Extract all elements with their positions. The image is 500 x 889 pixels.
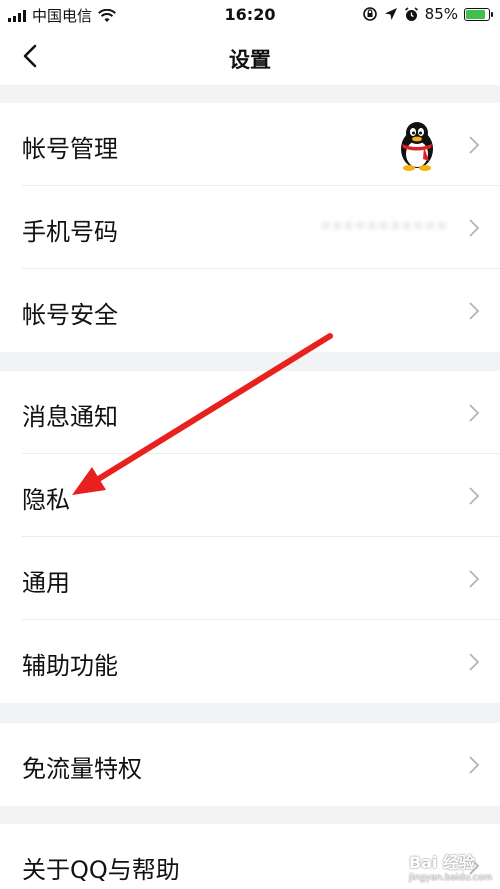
rotation-lock-icon <box>362 7 377 21</box>
watermark-url: jingyan.baidu.com <box>408 873 492 883</box>
page-title: 设置 <box>229 48 271 72</box>
chevron-right-icon <box>469 404 480 422</box>
avatar <box>401 122 433 171</box>
settings-item-label: 通用 <box>22 569 70 597</box>
alarm-icon <box>404 6 418 21</box>
phone-number-value: ••••••••••• <box>320 216 448 237</box>
chevron-right-icon <box>469 756 480 774</box>
status-bar: 中国电信 16:20 85% <box>0 0 500 30</box>
status-right: 85% <box>362 5 493 23</box>
chevron-right-icon <box>469 570 480 588</box>
settings-item-label: 帐号管理 <box>22 135 118 163</box>
settings-item-privacy[interactable]: 隐私 <box>0 454 500 537</box>
location-icon <box>384 8 397 20</box>
watermark-text: Bai 经验 <box>408 853 475 872</box>
chevron-right-icon <box>469 653 480 671</box>
battery-icon <box>464 7 493 21</box>
chevron-right-icon <box>469 487 480 505</box>
settings-item-account-security[interactable]: 帐号安全 <box>0 269 500 352</box>
settings-item-label: 隐私 <box>22 486 70 514</box>
settings-item-free-data[interactable]: 免流量特权 <box>0 723 500 806</box>
settings-group-data: 免流量特权 <box>0 723 500 806</box>
chevron-right-icon <box>469 302 480 320</box>
nav-bar: 设置 <box>0 30 500 85</box>
settings-item-label: 帐号安全 <box>22 301 118 329</box>
settings-item-label: 辅助功能 <box>22 652 118 680</box>
settings-item-accessibility[interactable]: 辅助功能 <box>0 620 500 703</box>
settings-group-general: 消息通知 隐私 通用 辅助功能 <box>0 371 500 703</box>
battery-percent: 85% <box>424 5 458 23</box>
settings-item-notifications[interactable]: 消息通知 <box>0 371 500 454</box>
chevron-right-icon <box>469 219 480 237</box>
settings-item-phone-number[interactable]: 手机号码 ••••••••••• <box>0 186 500 269</box>
settings-group-account: 帐号管理 手机号码 ••••••••••• 帐号安全 <box>0 103 500 352</box>
settings-item-label: 消息通知 <box>22 403 118 431</box>
watermark: Bai 经验 jingyan.baidu.com <box>409 849 492 883</box>
settings-item-label: 关于QQ与帮助 <box>22 856 180 884</box>
settings-item-general[interactable]: 通用 <box>0 537 500 620</box>
settings-item-account-management[interactable]: 帐号管理 <box>0 103 500 186</box>
settings-item-label: 免流量特权 <box>22 755 142 783</box>
settings-item-label: 手机号码 <box>22 218 118 246</box>
chevron-right-icon <box>469 136 480 154</box>
